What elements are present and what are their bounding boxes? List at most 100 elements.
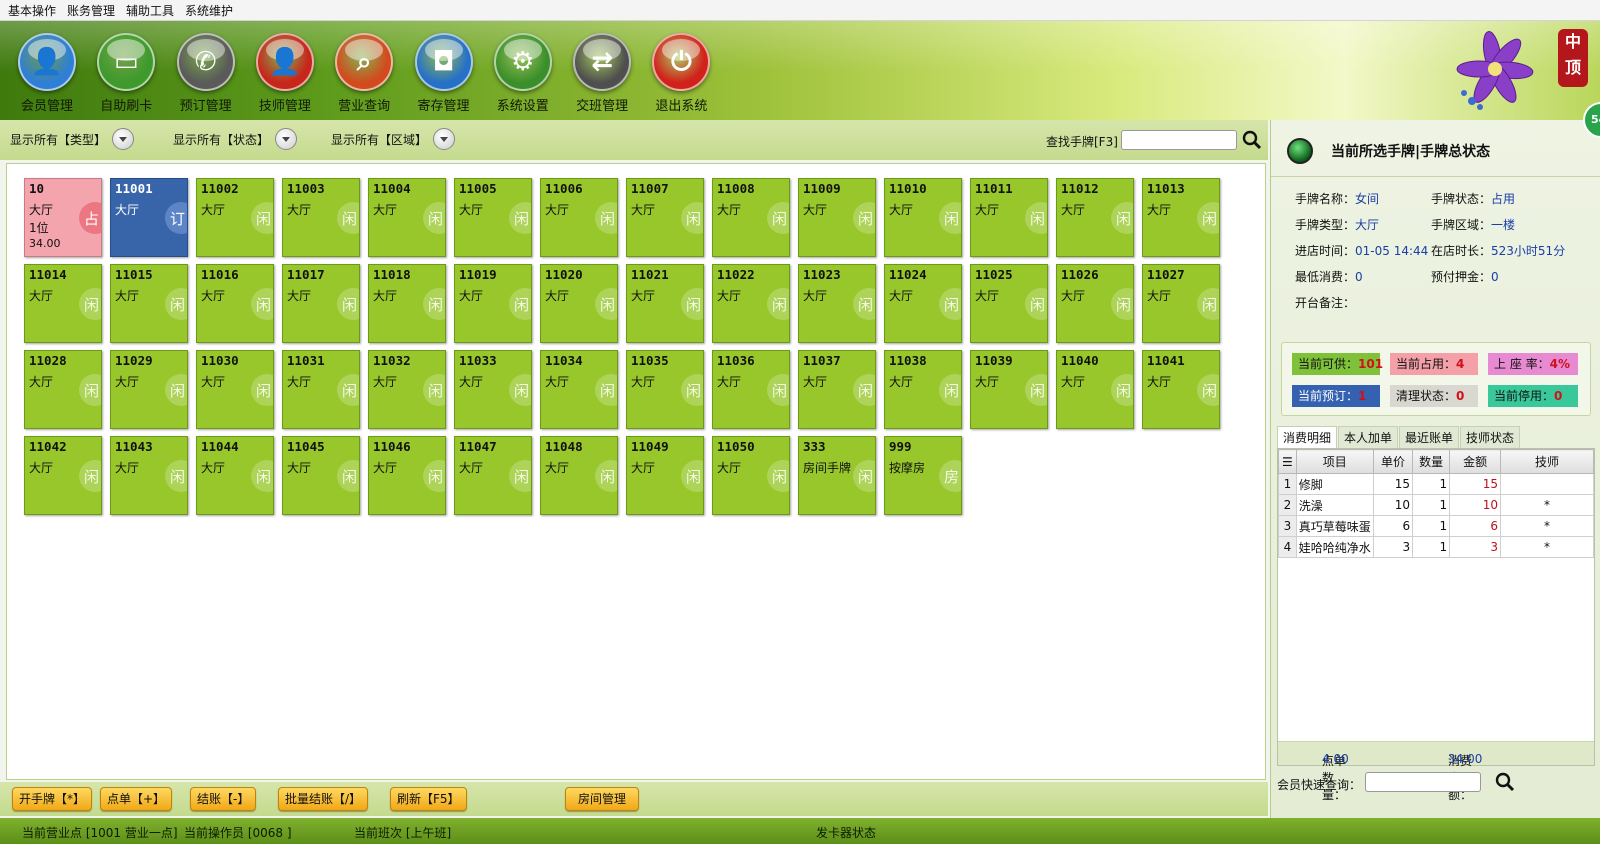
card-tile[interactable]: 11036 大厅 闲 (712, 350, 790, 429)
search-icon[interactable] (1242, 130, 1262, 150)
card-tile[interactable]: 10 大厅 1位 34.00 占 (24, 178, 102, 257)
card-tile[interactable]: 11023 大厅 闲 (798, 264, 876, 343)
card-tile[interactable]: 11027 大厅 闲 (1142, 264, 1220, 343)
tab-my-orders[interactable]: 本人加单 (1338, 426, 1399, 448)
batch-checkout-button[interactable]: 批量结账【/】 (278, 787, 369, 811)
card-tile[interactable]: 11038 大厅 闲 (884, 350, 962, 429)
menu-maintenance[interactable]: 系统维护 (185, 2, 233, 19)
open-card-button[interactable]: 开手牌【*】 (12, 787, 93, 811)
card-tile[interactable]: 11032 大厅 闲 (368, 350, 446, 429)
card-tile[interactable]: 11003 大厅 闲 (282, 178, 360, 257)
card-tile[interactable]: 11025 大厅 闲 (970, 264, 1048, 343)
toolbar-label: 退出系统 (655, 99, 708, 114)
card-tile[interactable]: 11040 大厅 闲 (1056, 350, 1134, 429)
card-tile[interactable]: 11022 大厅 闲 (712, 264, 790, 343)
card-tile[interactable]: 11037 大厅 闲 (798, 350, 876, 429)
col-technician[interactable]: 技师 (1499, 449, 1595, 474)
card-area: 大厅 (717, 289, 742, 303)
card-tile[interactable]: 11019 大厅 闲 (454, 264, 532, 343)
card-tile[interactable]: 11011 大厅 闲 (970, 178, 1048, 257)
toolbar-button-4[interactable]: ⌕ 营业查询 (326, 33, 402, 117)
card-tile[interactable]: 11044 大厅 闲 (196, 436, 274, 515)
col-price[interactable]: 单价 (1372, 449, 1414, 474)
order-button[interactable]: 点单【+】 (100, 787, 173, 811)
menu-tools[interactable]: 辅助工具 (126, 2, 174, 19)
menu-accounts[interactable]: 账务管理 (67, 2, 115, 19)
type-filter[interactable]: 显示所有【类型】 (10, 128, 135, 150)
card-tile[interactable]: 11015 大厅 闲 (110, 264, 188, 343)
refresh-button[interactable]: 刷新【F5】 (390, 787, 467, 811)
card-area: 大厅 (717, 461, 742, 475)
card-tile[interactable]: 11008 大厅 闲 (712, 178, 790, 257)
card-tile[interactable]: 11002 大厅 闲 (196, 178, 274, 257)
card-tile[interactable]: 333 房间手牌闲 (798, 436, 876, 515)
card-tile[interactable]: 11012 大厅 闲 (1056, 178, 1134, 257)
toolbar-button-6[interactable]: ⚙ 系统设置 (485, 33, 561, 117)
card-tile[interactable]: 11021 大厅 闲 (626, 264, 704, 343)
card-tile[interactable]: 11017 大厅 闲 (282, 264, 360, 343)
card-tile[interactable]: 11041 大厅 闲 (1142, 350, 1220, 429)
member-search-input[interactable] (1365, 772, 1481, 792)
card-tile[interactable]: 11029 大厅 闲 (110, 350, 188, 429)
card-tile[interactable]: 11030 大厅 闲 (196, 350, 274, 429)
toolbar-button-8[interactable]: ⏻ 退出系统 (643, 33, 719, 117)
toolbar-button-7[interactable]: ⇄ 交班管理 (564, 33, 640, 117)
card-tile[interactable]: 11050 大厅 闲 (712, 436, 790, 515)
tab-consumption[interactable]: 消费明细 (1277, 426, 1338, 448)
card-tile[interactable]: 11034 大厅 闲 (540, 350, 618, 429)
card-tile[interactable]: 11028 大厅 闲 (24, 350, 102, 429)
toolbar-button-2[interactable]: ✆ 预订管理 (168, 33, 244, 117)
tab-recent-bills[interactable]: 最近账单 (1399, 426, 1460, 448)
table-row[interactable]: 4 娃哈哈纯净水 3 1 3 * (1278, 536, 1595, 558)
card-tile[interactable]: 11046 大厅 闲 (368, 436, 446, 515)
card-tile[interactable]: 11009 大厅 闲 (798, 178, 876, 257)
table-row[interactable]: 3 真巧草莓味蛋 6 1 6 * (1278, 515, 1595, 537)
card-tile[interactable]: 11039 大厅 闲 (970, 350, 1048, 429)
tab-technician-status[interactable]: 技师状态 (1460, 426, 1521, 448)
col-qty[interactable]: 数量 (1412, 449, 1451, 474)
card-tile[interactable]: 11007 大厅 闲 (626, 178, 704, 257)
chevron-down-icon[interactable] (112, 128, 135, 150)
card-tile[interactable]: 11020 大厅 闲 (540, 264, 618, 343)
checkout-button[interactable]: 结账【-】 (190, 787, 257, 811)
toolbar-button-3[interactable]: 👤 技师管理 (247, 33, 323, 117)
col-amount[interactable]: 金额 (1449, 449, 1501, 474)
chevron-down-icon[interactable] (433, 128, 456, 150)
card-number: 11041 (1147, 353, 1185, 368)
card-tile[interactable]: 11045 大厅 闲 (282, 436, 360, 515)
col-item[interactable]: 项目 (1295, 449, 1374, 474)
table-menu-icon[interactable]: ☰ (1278, 449, 1297, 474)
card-tile[interactable]: 11010 大厅 闲 (884, 178, 962, 257)
status-filter[interactable]: 显示所有【状态】 (173, 128, 298, 150)
area-filter[interactable]: 显示所有【区域】 (331, 128, 456, 150)
card-tile[interactable]: 11016 大厅 闲 (196, 264, 274, 343)
card-tile[interactable]: 11048 大厅 闲 (540, 436, 618, 515)
card-tile[interactable]: 11013 大厅 闲 (1142, 178, 1220, 257)
card-tile[interactable]: 11043 大厅 闲 (110, 436, 188, 515)
chevron-down-icon[interactable] (275, 128, 298, 150)
card-tile[interactable]: 11006 大厅 闲 (540, 178, 618, 257)
card-tile[interactable]: 11024 大厅 闲 (884, 264, 962, 343)
card-tile[interactable]: 11047 大厅 闲 (454, 436, 532, 515)
toolbar-button-0[interactable]: 👤 会员管理 (9, 33, 85, 117)
card-tile[interactable]: 11026 大厅 闲 (1056, 264, 1134, 343)
card-tile[interactable]: 11005 大厅 闲 (454, 178, 532, 257)
card-tile[interactable]: 11035 大厅 闲 (626, 350, 704, 429)
card-tile[interactable]: 11031 大厅 闲 (282, 350, 360, 429)
card-tile[interactable]: 11014 大厅 闲 (24, 264, 102, 343)
card-tile[interactable]: 999 按摩房房 (884, 436, 962, 515)
card-tile[interactable]: 11004 大厅 闲 (368, 178, 446, 257)
card-tile[interactable]: 11033 大厅 闲 (454, 350, 532, 429)
toolbar-button-1[interactable]: ▭ 自助刷卡 (88, 33, 164, 117)
table-row[interactable]: 2 洗澡 10 1 10 * (1278, 494, 1595, 516)
search-icon[interactable] (1495, 772, 1515, 792)
toolbar-button-5[interactable]: ◘ 寄存管理 (406, 33, 482, 117)
room-management-button[interactable]: 房间管理 (565, 787, 640, 811)
menu-basic-ops[interactable]: 基本操作 (8, 2, 56, 19)
card-search-input[interactable] (1121, 130, 1237, 150)
card-tile[interactable]: 11042 大厅 闲 (24, 436, 102, 515)
card-tile[interactable]: 11049 大厅 闲 (626, 436, 704, 515)
card-tile[interactable]: 11018 大厅 闲 (368, 264, 446, 343)
table-row[interactable]: 1 修脚 15 1 15 (1278, 473, 1595, 495)
card-tile[interactable]: 11001 大厅 订 (110, 178, 188, 257)
